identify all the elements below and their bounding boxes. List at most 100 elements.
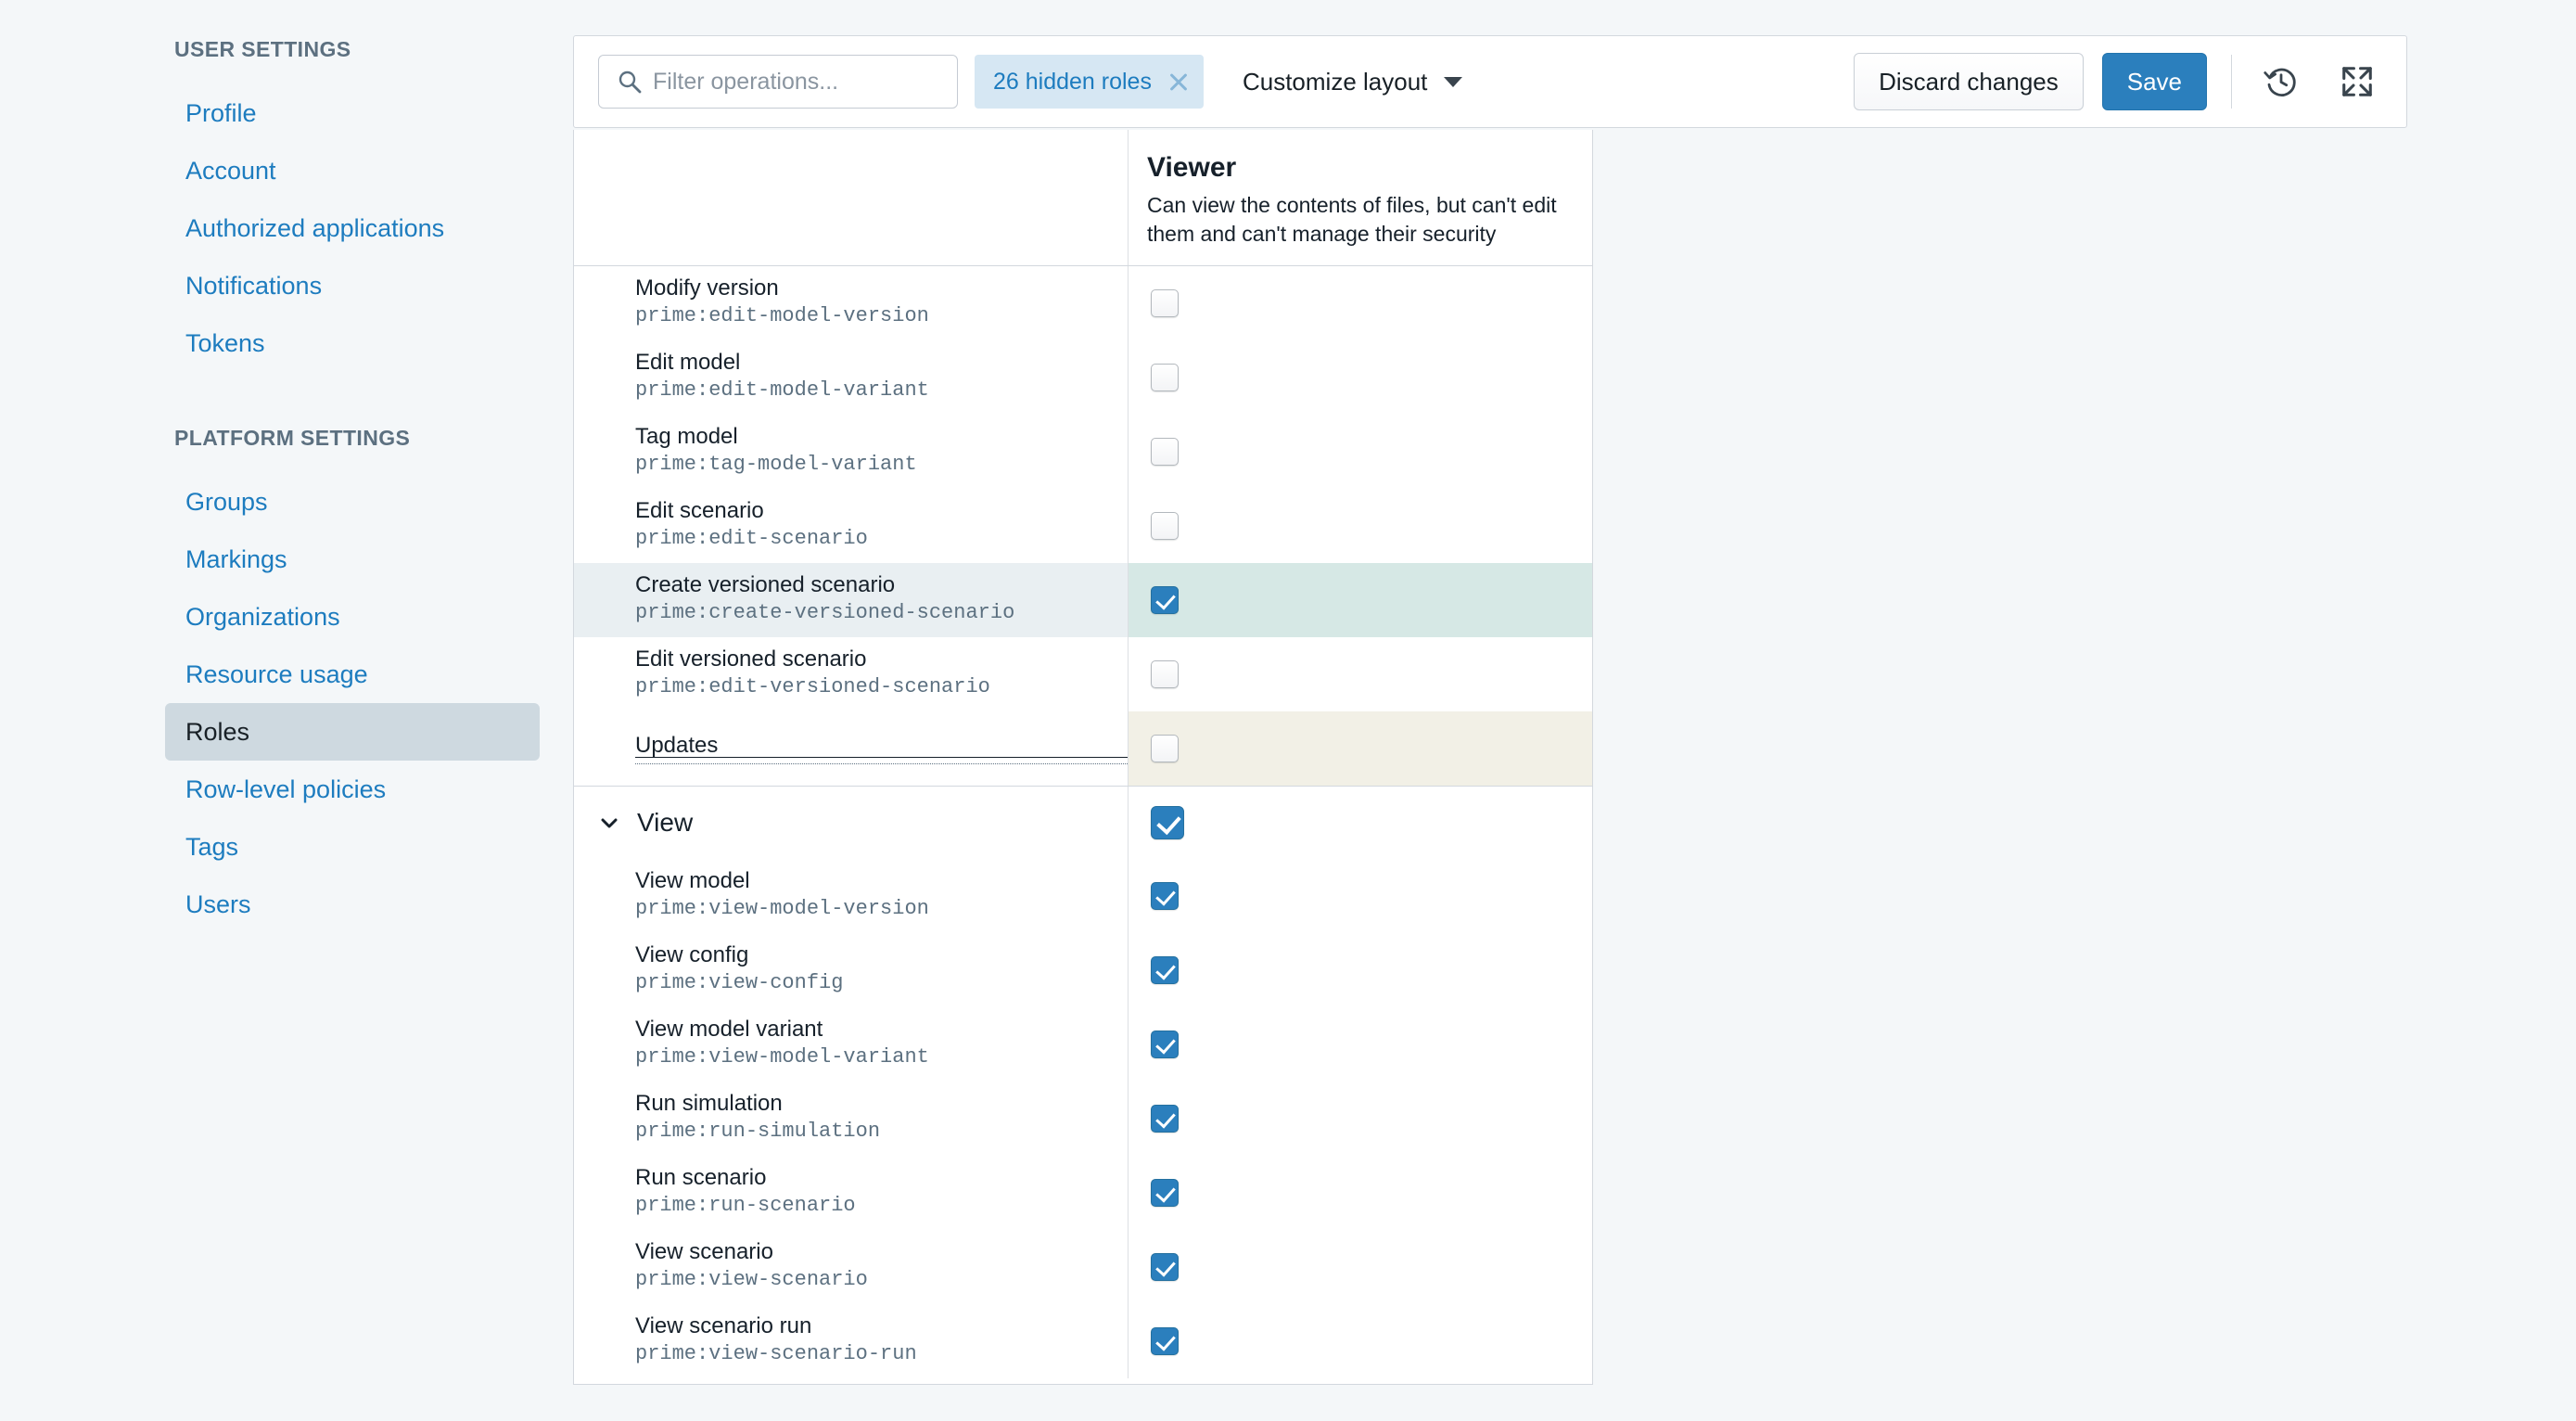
discard-changes-button[interactable]: Discard changes — [1854, 53, 2084, 110]
filter-operations-field[interactable] — [598, 55, 958, 109]
operation-name: View config — [635, 942, 749, 968]
operation-name: Modify version — [635, 275, 779, 301]
sidebar-item-profile[interactable]: Profile — [165, 84, 540, 142]
permission-cell[interactable] — [1129, 415, 1592, 489]
sidebar-item-markings[interactable]: Markings — [165, 531, 540, 588]
permission-cell[interactable] — [1129, 489, 1592, 563]
operation-cell: View model prime:view-model-version — [574, 859, 1129, 933]
permission-checkbox[interactable] — [1151, 1031, 1179, 1058]
expand-icon[interactable] — [2332, 57, 2382, 107]
sidebar-section-user-settings: USER SETTINGS Profile Account Authorized… — [0, 37, 575, 372]
permission-checkbox[interactable] — [1151, 1327, 1179, 1355]
permission-cell[interactable] — [1129, 563, 1592, 637]
permission-cell[interactable] — [1129, 1082, 1592, 1156]
operation-name: View scenario run — [635, 1313, 812, 1339]
operation-group-header[interactable]: View — [574, 787, 1592, 859]
permission-checkbox[interactable] — [1151, 364, 1179, 391]
group-permission-cell[interactable] — [1129, 787, 1592, 859]
table-row[interactable]: Create versioned scenario prime:create-v… — [574, 563, 1592, 637]
sidebar-item-row-level-policies[interactable]: Row-level policies — [165, 761, 540, 818]
permission-checkbox[interactable] — [1151, 1105, 1179, 1133]
permission-cell[interactable] — [1129, 1230, 1592, 1304]
group-label-cell[interactable]: View — [574, 787, 1129, 859]
table-row[interactable]: Run simulation prime:run-simulation — [574, 1082, 1592, 1156]
operation-id: prime:edit-scenario — [635, 527, 868, 551]
table-row[interactable]: Tag model prime:tag-model-variant — [574, 415, 1592, 489]
updates-tooltip-label[interactable]: Updates — [635, 733, 1128, 764]
hidden-roles-tag[interactable]: 26 hidden roles — [975, 55, 1204, 109]
sidebar-item-organizations[interactable]: Organizations — [165, 588, 540, 646]
group-permission-checkbox[interactable] — [1151, 806, 1184, 839]
operation-id: prime:tag-model-variant — [635, 453, 917, 477]
permission-cell[interactable] — [1129, 1156, 1592, 1230]
operation-cell: Run scenario prime:run-scenario — [574, 1156, 1129, 1230]
customize-layout-menu[interactable]: Customize layout — [1233, 55, 1472, 109]
table-row[interactable]: View scenario prime:view-scenario — [574, 1230, 1592, 1304]
permission-checkbox[interactable] — [1151, 660, 1179, 688]
role-column-header: Viewer Can view the contents of files, b… — [1129, 130, 1592, 265]
search-input[interactable] — [653, 68, 957, 96]
operation-cell: View scenario prime:view-scenario — [574, 1230, 1129, 1304]
save-button[interactable]: Save — [2101, 53, 2207, 110]
permission-cell[interactable] — [1129, 933, 1592, 1007]
sidebar-item-account[interactable]: Account — [165, 142, 540, 199]
table-row[interactable]: Edit scenario prime:edit-scenario — [574, 489, 1592, 563]
operation-id: prime:edit-versioned-scenario — [635, 675, 990, 699]
permissions-table: Viewer Can view the contents of files, b… — [573, 130, 1593, 1384]
table-row[interactable]: Updates — [574, 711, 1592, 786]
table-header-row: Viewer Can view the contents of files, b… — [574, 130, 1592, 266]
permission-cell[interactable] — [1129, 340, 1592, 415]
chevron-down-icon[interactable] — [598, 812, 620, 834]
table-row[interactable]: View config prime:view-config — [574, 933, 1592, 1007]
permission-checkbox[interactable] — [1151, 1253, 1179, 1281]
operation-id: prime:create-versioned-scenario — [635, 601, 1015, 625]
permission-checkbox[interactable] — [1151, 882, 1179, 910]
permission-checkbox[interactable] — [1151, 512, 1179, 540]
table-row[interactable]: Edit versioned scenario prime:edit-versi… — [574, 637, 1592, 711]
operation-name: Tag model — [635, 424, 738, 450]
permission-checkbox[interactable] — [1151, 586, 1179, 614]
table-row[interactable]: View scenario run prime:view-scenario-ru… — [574, 1304, 1592, 1378]
sidebar-item-users[interactable]: Users — [165, 876, 540, 933]
permission-cell[interactable] — [1129, 1007, 1592, 1082]
history-icon[interactable] — [2256, 57, 2306, 107]
operation-name: Edit model — [635, 350, 741, 376]
permission-checkbox[interactable] — [1151, 289, 1179, 317]
sidebar-item-resource-usage[interactable]: Resource usage — [165, 646, 540, 703]
operation-id: prime:run-scenario — [635, 1194, 856, 1218]
permission-checkbox[interactable] — [1151, 956, 1179, 984]
chevron-down-icon — [1444, 76, 1463, 87]
operation-cell: Tag model prime:tag-model-variant — [574, 415, 1129, 489]
permission-cell[interactable] — [1129, 637, 1592, 711]
toolbar-divider — [2231, 55, 2232, 109]
table-row[interactable]: Edit model prime:edit-model-variant — [574, 340, 1592, 415]
permission-cell[interactable] — [1129, 266, 1592, 340]
sidebar-item-roles[interactable]: Roles — [165, 703, 540, 761]
operation-cell: Create versioned scenario prime:create-v… — [574, 563, 1129, 637]
sidebar-section-platform-settings: PLATFORM SETTINGS Groups Markings Organi… — [0, 426, 575, 933]
table-row[interactable]: Run scenario prime:run-scenario — [574, 1156, 1592, 1230]
operation-name: View model — [635, 868, 750, 894]
operation-cell: View config prime:view-config — [574, 933, 1129, 1007]
sidebar-item-authorized-applications[interactable]: Authorized applications — [165, 199, 540, 257]
sidebar-item-groups[interactable]: Groups — [165, 473, 540, 531]
close-icon[interactable] — [1167, 70, 1191, 94]
permission-checkbox[interactable] — [1151, 735, 1179, 762]
operation-name: Run simulation — [635, 1091, 783, 1117]
table-bottom-border — [573, 1384, 1593, 1385]
operation-cell: Edit scenario prime:edit-scenario — [574, 489, 1129, 563]
table-row[interactable]: View model prime:view-model-version — [574, 859, 1592, 933]
table-row[interactable]: View model variant prime:view-model-vari… — [574, 1007, 1592, 1082]
permission-cell[interactable] — [1129, 711, 1592, 786]
operation-id: prime:run-simulation — [635, 1120, 881, 1144]
permission-checkbox[interactable] — [1151, 438, 1179, 466]
permission-cell[interactable] — [1129, 859, 1592, 933]
operation-name: Create versioned scenario — [635, 572, 896, 598]
permission-cell[interactable] — [1129, 1304, 1592, 1378]
permission-checkbox[interactable] — [1151, 1179, 1179, 1207]
operation-id: prime:view-model-version — [635, 897, 929, 921]
sidebar-item-notifications[interactable]: Notifications — [165, 257, 540, 314]
sidebar-item-tags[interactable]: Tags — [165, 818, 540, 876]
sidebar-item-tokens[interactable]: Tokens — [165, 314, 540, 372]
table-row[interactable]: Modify version prime:edit-model-version — [574, 266, 1592, 340]
